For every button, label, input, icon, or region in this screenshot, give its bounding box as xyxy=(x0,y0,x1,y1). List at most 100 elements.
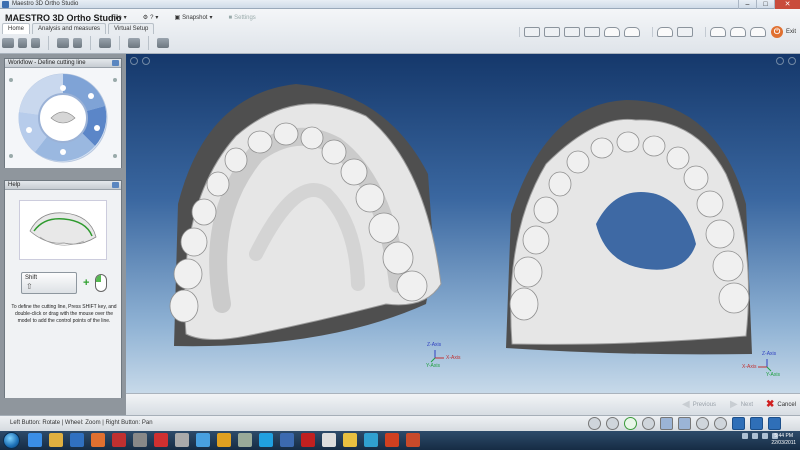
workflow-panel: Workflow - Define cutting line xyxy=(4,58,122,168)
upper-arch-model[interactable] xyxy=(169,84,442,347)
notes-icon[interactable] xyxy=(343,433,357,447)
dictionary-icon[interactable] xyxy=(280,433,294,447)
cube-front-icon[interactable] xyxy=(750,417,763,430)
grid-view-icon[interactable] xyxy=(524,27,540,37)
arrow-left-icon: ◀ xyxy=(682,399,690,410)
layers-icon[interactable] xyxy=(31,38,40,48)
chevron-down-icon: ▾ xyxy=(155,15,159,21)
view-group-1 xyxy=(519,27,644,37)
open-model-icon[interactable] xyxy=(2,38,14,48)
sphere-icon[interactable] xyxy=(696,417,709,430)
chevron-down-icon: ▾ xyxy=(123,15,127,21)
axis-gizmo-right xyxy=(758,359,772,372)
snapshot-menu-label: Snapshot xyxy=(182,14,208,21)
settings-menu-label: Settings xyxy=(234,14,256,21)
split-view-icon[interactable] xyxy=(544,27,560,37)
cancel-icon: ✖ xyxy=(766,399,775,410)
cancel-button[interactable]: ✖ Cancel xyxy=(766,399,796,410)
puzzle-icon[interactable] xyxy=(99,38,111,48)
workflow-wheel-graphic[interactable] xyxy=(5,68,121,168)
help-panel-header: Help xyxy=(5,181,121,190)
align-view-icon[interactable] xyxy=(564,27,580,37)
case-icon[interactable] xyxy=(157,38,169,48)
collapse-icon[interactable] xyxy=(112,182,119,188)
powerpoint-icon[interactable] xyxy=(91,433,105,447)
back-view-icon[interactable] xyxy=(750,27,766,37)
3d-viewport[interactable]: Z-Axis X-Axis Y-Axis Z-Axis X-Axis Y-Axi… xyxy=(126,54,800,415)
tool-strip xyxy=(2,33,169,53)
media-icon[interactable] xyxy=(133,433,147,447)
exit-button[interactable]: ⏻ Exit xyxy=(770,26,796,38)
chat-icon[interactable] xyxy=(196,433,210,447)
tray-battery-icon[interactable] xyxy=(762,433,768,439)
axis-y-label-left: Y-Axis xyxy=(426,363,440,369)
firefox-icon[interactable] xyxy=(385,433,399,447)
axis-x-label-right: X-Axis xyxy=(742,364,757,370)
minimize-icon[interactable]: – xyxy=(738,0,756,9)
lower-arch-icon[interactable] xyxy=(624,27,640,37)
save-icon[interactable] xyxy=(18,38,27,48)
side-view-icon[interactable] xyxy=(730,27,746,37)
tray-network-icon[interactable] xyxy=(742,433,748,439)
maximize-icon[interactable]: □ xyxy=(756,0,774,9)
network-icon[interactable] xyxy=(364,433,378,447)
cube-icon[interactable] xyxy=(732,417,745,430)
lower-arch-model[interactable] xyxy=(506,100,752,355)
word-icon[interactable] xyxy=(70,433,84,447)
close-icon[interactable]: ✕ xyxy=(774,0,800,9)
workflow-panel-header: Workflow - Define cutting line xyxy=(5,59,121,68)
chevron-down-icon: ▾ xyxy=(209,15,213,21)
tray-volume-icon[interactable] xyxy=(752,433,758,439)
next-label: Next xyxy=(740,401,754,408)
folder-icon[interactable] xyxy=(49,433,63,447)
view-3d-icon[interactable] xyxy=(678,417,691,430)
view-2d-icon[interactable] xyxy=(660,417,673,430)
status-bar: Left Button: Rotate | Wheel: Zoom | Righ… xyxy=(0,415,800,431)
collapse-icon[interactable] xyxy=(112,60,119,66)
start-button-icon[interactable] xyxy=(3,432,20,449)
measure-icon[interactable] xyxy=(642,417,655,430)
os-taskbar: 5:44 PM 22/03/2011 xyxy=(0,431,800,450)
zoom-out-icon[interactable] xyxy=(606,417,619,430)
user-icon[interactable] xyxy=(57,38,69,48)
ribbon: MAESTRO 3D Ortho Studio File ▾ ⚙? ▾ ▣ Snaps… xyxy=(0,9,800,54)
pinned-apps xyxy=(28,433,420,447)
help-body: Shift ⇧ + To define the cutting line, Pr… xyxy=(5,190,121,398)
menu-snapshot[interactable]: ▣ Snapshot ▾ xyxy=(170,12,216,23)
dental-models[interactable] xyxy=(126,54,800,415)
shield-icon[interactable] xyxy=(154,433,168,447)
tool-icon[interactable] xyxy=(175,433,189,447)
image-viewer-icon[interactable] xyxy=(238,433,252,447)
previous-button[interactable]: ◀ Previous xyxy=(682,399,716,410)
bite-icon[interactable] xyxy=(677,27,693,37)
maestro-app-icon[interactable] xyxy=(406,433,420,447)
select-tool-icon[interactable] xyxy=(624,417,637,430)
system-clock[interactable]: 5:44 PM 22/03/2011 xyxy=(771,433,796,447)
paint-icon[interactable] xyxy=(217,433,231,447)
pdf-icon[interactable] xyxy=(301,433,315,447)
menu-settings[interactable]: ■ Settings xyxy=(224,12,259,23)
menu-file[interactable]: File ▾ xyxy=(108,12,131,23)
zoom-in-icon[interactable] xyxy=(588,417,601,430)
browser-icon[interactable] xyxy=(28,433,42,447)
skype-icon[interactable] xyxy=(259,433,273,447)
document-icon[interactable] xyxy=(322,433,336,447)
cube-side-icon[interactable] xyxy=(768,417,781,430)
upper-jaw-icon[interactable] xyxy=(657,27,673,37)
file-menu-label: File xyxy=(112,14,122,21)
sphere-alt-icon[interactable] xyxy=(714,417,727,430)
tooth-icon[interactable] xyxy=(128,38,140,48)
window-controls: – □ ✕ xyxy=(738,0,800,9)
next-button[interactable]: ▶ Next xyxy=(730,399,753,410)
arrow-view-icon[interactable] xyxy=(584,27,600,37)
previous-label: Previous xyxy=(692,401,717,408)
pen-tool-icon[interactable] xyxy=(112,433,126,447)
dropdown-icon[interactable] xyxy=(73,38,82,48)
toolbar-divider xyxy=(90,36,91,50)
status-text: Left Button: Rotate | Wheel: Zoom | Righ… xyxy=(10,420,153,426)
camera-icon: ▣ xyxy=(174,15,181,21)
front-view-icon[interactable] xyxy=(710,27,726,37)
occlusal-view-icon[interactable] xyxy=(604,27,620,37)
menu-help[interactable]: ⚙? ▾ xyxy=(139,12,163,23)
axis-z-label-left: Z-Axis xyxy=(427,342,442,348)
